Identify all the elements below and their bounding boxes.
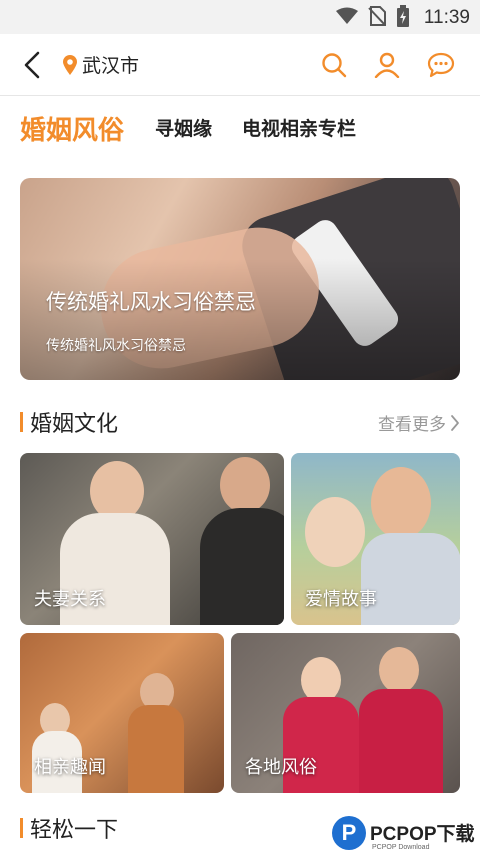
location-pin-icon bbox=[63, 54, 77, 75]
card-love-story[interactable]: 爱情故事 bbox=[291, 453, 460, 625]
tab-find-marriage[interactable]: 寻姻缘 bbox=[155, 114, 212, 141]
watermark: P PCPOP下载 PCPOP Download bbox=[332, 810, 480, 855]
status-icons: 11:39 bbox=[335, 5, 470, 31]
chat-bubble-icon bbox=[427, 52, 455, 78]
pcpop-logo-icon: P bbox=[332, 815, 366, 850]
user-icon bbox=[374, 52, 400, 78]
messages-button[interactable] bbox=[425, 49, 457, 81]
status-bar: 11:39 bbox=[0, 0, 480, 34]
section-accent-bar bbox=[20, 818, 23, 838]
app-header: 武汉市 bbox=[0, 34, 480, 96]
tab-tv-dating[interactable]: 电视相亲专栏 bbox=[242, 114, 356, 141]
category-tabs: 婚姻风俗 寻姻缘 电视相亲专栏 bbox=[0, 100, 480, 164]
section-title: 婚姻文化 bbox=[30, 412, 119, 437]
back-button[interactable] bbox=[16, 48, 48, 82]
city-name: 武汉市 bbox=[82, 55, 140, 77]
section-header-culture: 婚姻文化 查看更多 bbox=[20, 406, 460, 438]
card-couple-relations[interactable]: 夫妻关系 bbox=[20, 453, 284, 625]
profile-button[interactable] bbox=[371, 49, 403, 81]
featured-banner[interactable]: 传统婚礼风水习俗禁忌 传统婚礼风水习俗禁忌 bbox=[20, 178, 460, 380]
wifi-icon bbox=[335, 7, 358, 29]
status-time: 11:39 bbox=[423, 7, 470, 28]
chevron-left-icon bbox=[24, 51, 40, 79]
battery-icon bbox=[396, 5, 410, 31]
card-label: 各地风俗 bbox=[245, 757, 317, 778]
card-dating-anecdotes[interactable]: 相亲趣闻 bbox=[20, 633, 224, 793]
no-sim-icon bbox=[368, 6, 386, 30]
search-button[interactable] bbox=[318, 49, 350, 81]
card-label: 夫妻关系 bbox=[34, 589, 106, 610]
chevron-right-icon bbox=[451, 414, 459, 431]
tab-marriage-customs[interactable]: 婚姻风俗 bbox=[20, 110, 124, 147]
section-title: 轻松一下 bbox=[30, 818, 119, 843]
card-local-customs[interactable]: 各地风俗 bbox=[231, 633, 460, 793]
section-accent-bar bbox=[20, 412, 23, 432]
card-label: 相亲趣闻 bbox=[34, 757, 106, 778]
banner-subtitle: 传统婚礼风水习俗禁忌 bbox=[46, 338, 186, 354]
city-selector[interactable]: 武汉市 bbox=[62, 51, 139, 78]
watermark-sub: PCPOP Download bbox=[372, 844, 430, 851]
see-more-label: 查看更多 bbox=[378, 415, 446, 435]
banner-title: 传统婚礼风水习俗禁忌 bbox=[46, 290, 256, 314]
watermark-brand: PCPOP下载 bbox=[370, 824, 475, 845]
card-label: 爱情故事 bbox=[305, 589, 377, 610]
see-more-link[interactable]: 查看更多 bbox=[378, 410, 460, 435]
search-icon bbox=[322, 53, 347, 78]
